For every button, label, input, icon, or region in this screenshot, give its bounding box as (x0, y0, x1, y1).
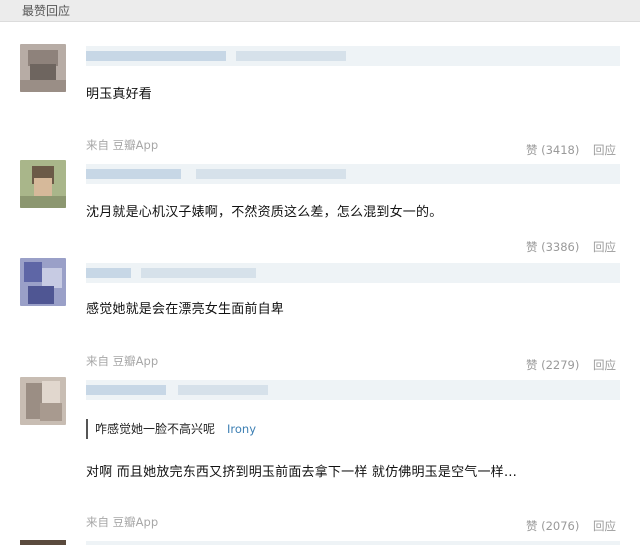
reply-button[interactable]: 回应 (593, 142, 616, 158)
comment-actions: 赞 (3386) 回应 (526, 239, 616, 255)
blurred-username (86, 46, 620, 66)
comment-text: 对啊 而且她放完东西又挤到明玉前面去拿下一样 就仿佛明玉是空气一样… (86, 465, 518, 480)
reply-button[interactable]: 回应 (593, 518, 616, 534)
blurred-username (86, 380, 620, 400)
avatar[interactable] (20, 377, 66, 425)
avatar[interactable] (20, 160, 66, 208)
comment-text: 明玉真好看 (86, 87, 153, 102)
avatar[interactable] (20, 44, 66, 92)
comment-actions: 赞 (2076) 回应 (526, 518, 616, 534)
blurred-username (86, 164, 620, 184)
like-button[interactable]: 赞 (3418) (526, 142, 579, 158)
like-button[interactable]: 赞 (3386) (526, 239, 579, 255)
comment-actions: 赞 (2279) 回应 (526, 357, 616, 373)
blurred-username (86, 541, 620, 545)
comment-actions: 赞 (3418) 回应 (526, 142, 616, 158)
quote-user-link[interactable]: Irony (227, 422, 256, 436)
like-button[interactable]: 赞 (2076) (526, 518, 579, 534)
blurred-username (86, 263, 620, 283)
avatar[interactable] (20, 540, 66, 545)
comment-source: 来自 豆瓣App (86, 515, 159, 529)
quote-text: 咋感觉她一脸不高兴呢 (95, 422, 216, 436)
comment-source: 来自 豆瓣App (86, 354, 159, 368)
section-title: 最赞回应 (0, 0, 640, 22)
reply-button[interactable]: 回应 (593, 357, 616, 373)
comment-text: 感觉她就是会在漂亮女生面前自卑 (86, 302, 285, 317)
comment-source: 来自 豆瓣App (86, 138, 159, 152)
comment-text: 沈月就是心机汉子婊啊，不然资质这么差，怎么混到女一的。 (86, 205, 443, 220)
reply-button[interactable]: 回应 (593, 239, 616, 255)
like-button[interactable]: 赞 (2279) (526, 357, 579, 373)
avatar[interactable] (20, 258, 66, 306)
quoted-reply: 咋感觉她一脸不高兴呢 Irony (86, 419, 256, 439)
